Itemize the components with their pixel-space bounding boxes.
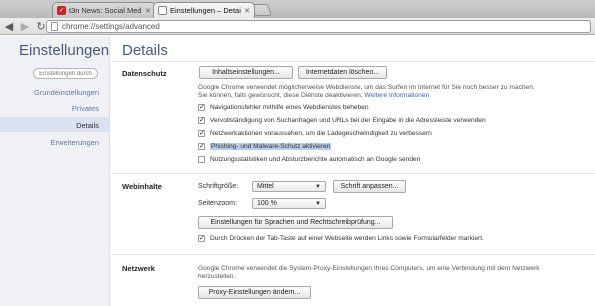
tab-label: Einstellungen – Details [170,6,242,15]
t3n-favicon-icon: ✓ [57,6,66,15]
checkbox-label: Netzwerkaktionen voraussehen, um die Lad… [210,130,432,137]
checkbox-box[interactable]: ✓ [198,117,205,124]
tab-t3n[interactable]: ✓ t3n News: Social Media | Op ✕ [52,2,156,18]
page-zoom-select[interactable]: 100 % ▼ [252,198,326,209]
checkbox-navigation-errors[interactable]: ✓ Navigationsfehler mithilfe eines Webdi… [198,104,369,111]
settings-main: Details Datenschutz Inhaltseinstellungen… [111,36,595,306]
divider [111,61,595,62]
checkbox-label: Durch Drücken der Tab-Taste auf einer We… [210,235,484,242]
checkbox-box[interactable]: ✓ [198,130,205,137]
sidebar-item-privates[interactable]: Privates [72,104,99,113]
font-size-select[interactable]: Mittel ▼ [252,181,326,192]
checkbox-label: Phishing- und Malware-Schutz aktivieren [210,143,332,150]
language-settings-button[interactable]: Einstellungen für Sprachen und Rechtschr… [198,216,393,229]
checkbox-usage-stats[interactable]: Nutzungsstatistiken und Absturzberichte … [198,156,420,163]
checkbox-box[interactable]: ✓ [198,104,205,111]
sidebar-title: Einstellungen [19,42,110,59]
chevron-down-icon: ▼ [315,201,321,207]
checkbox-tab-highlight[interactable]: ✓ Durch Drücken der Tab-Taste auf einer … [198,235,484,242]
privacy-description-line1: Google Chrome verwendet möglicherweise W… [198,84,535,91]
forward-icon[interactable]: ▶ [18,20,32,33]
learn-more-link[interactable]: Weitere Informationen [364,92,429,99]
checkbox-label: Nutzungsstatistiken und Absturzberichte … [210,156,421,163]
browser-toolbar: ◀ ▶ ↻ chrome://settings/advanced [0,18,595,35]
font-size-label: Schriftgröße: [198,183,239,190]
back-icon[interactable]: ◀ [2,20,16,33]
checkbox-phishing-protection[interactable]: ✓ Phishing- und Malware-Schutz aktiviere… [198,143,332,150]
page-zoom-label: Seitenzoom: [198,200,237,207]
privacy-description-line2: Sie können, falls gewünscht, diese Diens… [198,92,588,100]
privacy-description: Google Chrome verwendet möglicherweise W… [198,84,588,100]
checkbox-label: Vervollständigung von Suchanfragen und U… [210,117,486,124]
settings-page-icon [158,6,167,15]
sidebar-item-erweiterungen[interactable]: Erweiterungen [51,138,99,147]
network-description-line1: Google Chrome verwendet die System-Proxy… [198,265,540,272]
checkbox-box[interactable] [198,156,205,163]
tab-label: t3n News: Social Media | Op [69,6,142,15]
chevron-down-icon: ▼ [315,184,321,190]
divider [111,254,595,255]
tab-strip: ✓ t3n News: Social Media | Op ✕ Einstell… [0,0,595,18]
privacy-description-text: Sie können, falls gewünscht, diese Diens… [198,92,363,99]
tab-settings[interactable]: Einstellungen – Details ✕ [153,2,255,18]
page-zoom-value: 100 % [257,200,277,207]
checkbox-prefetch[interactable]: ✓ Netzwerkaktionen voraussehen, um die L… [198,130,432,137]
clear-browsing-data-button[interactable]: Internetdaten löschen... [298,66,387,79]
close-icon[interactable]: ✕ [145,7,151,15]
content-settings-button[interactable]: Inhaltseinstellungen... [199,66,293,79]
customize-fonts-button[interactable]: Schrift anpassen... [333,180,406,193]
settings-search-input[interactable] [33,68,98,79]
network-description: Google Chrome verwendet die System-Proxy… [198,265,588,281]
font-size-value: Mittel [257,183,274,190]
close-icon[interactable]: ✕ [244,7,250,15]
section-heading-webinhalte: Webinhalte [122,182,162,191]
section-heading-netzwerk: Netzwerk [122,264,155,273]
settings-sidebar: Einstellungen Grundeinstellungen Private… [0,36,110,306]
sidebar-item-grundeinstellungen[interactable]: Grundeinstellungen [34,88,99,97]
address-text: chrome://settings/advanced [62,22,160,31]
checkbox-label: Navigationsfehler mithilfe eines Webdien… [210,104,369,111]
network-description-line2: herzustellen. [198,273,236,280]
divider [111,173,595,174]
page-title: Details [122,42,168,59]
checkbox-box[interactable]: ✓ [198,143,205,150]
checkbox-box[interactable]: ✓ [198,235,205,242]
sidebar-item-details[interactable]: Details [76,121,99,130]
checkbox-search-suggestions[interactable]: ✓ Vervollständigung von Suchanfragen und… [198,117,486,124]
section-heading-datenschutz: Datenschutz [122,69,167,78]
proxy-settings-button[interactable]: Proxy-Einstellungen ändern... [198,286,311,299]
address-bar[interactable]: chrome://settings/advanced [46,20,591,33]
page-icon [51,22,58,31]
